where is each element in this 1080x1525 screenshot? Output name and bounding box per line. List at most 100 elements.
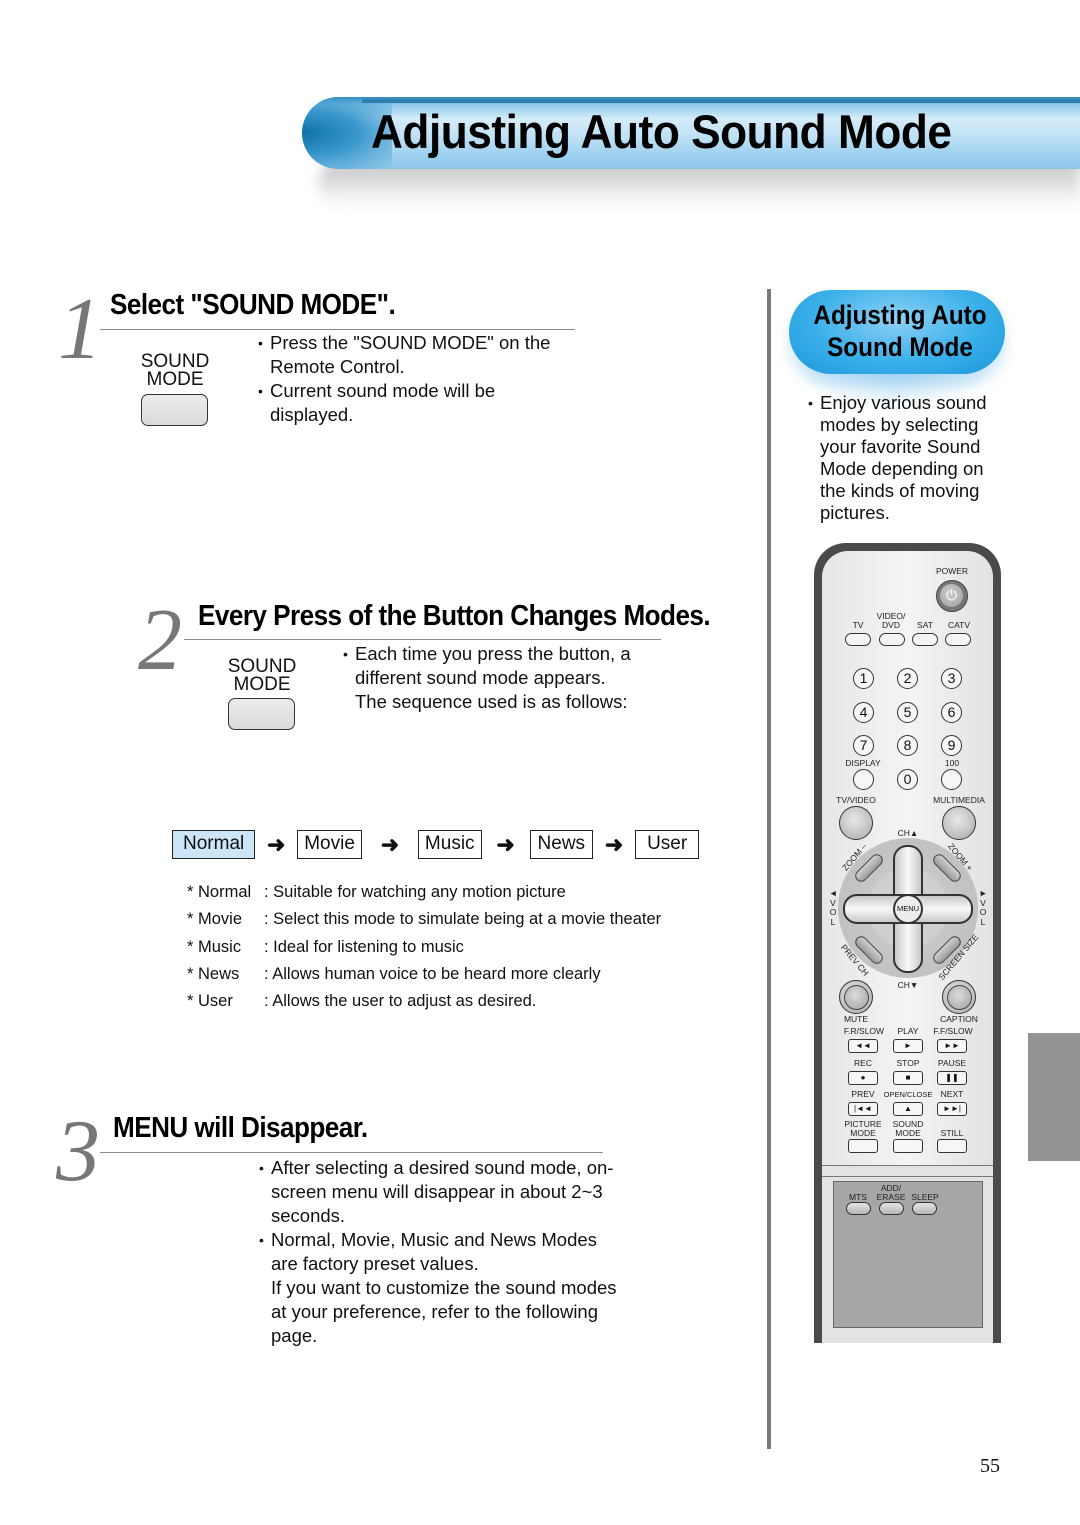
- step-2-title: Every Press of the Button Changes Modes.: [198, 600, 711, 632]
- bullet-line: Remote Control.: [270, 356, 405, 377]
- bullet-line: modes by selecting: [820, 414, 979, 435]
- mode-description-row: * User : Allows the user to adjust as de…: [187, 988, 661, 1015]
- bullet-line: Press the "SOUND MODE" on the: [270, 332, 551, 353]
- step-2-rule: [184, 639, 661, 640]
- step-1-bullets: Press the "SOUND MODE" on the Remote Con…: [258, 331, 550, 427]
- hundred-label: 100: [944, 758, 960, 768]
- skip-forward-icon: ►►|: [937, 1102, 967, 1116]
- skip-back-icon: |◄◄: [848, 1102, 878, 1116]
- sound-mode-caption-2: SOUND MODE: [223, 657, 301, 695]
- step-1-title: Select "SOUND MODE".: [110, 289, 396, 321]
- arrow-right-icon: ➜: [496, 831, 515, 857]
- bullet: Normal, Movie, Music and News Modes are …: [259, 1228, 617, 1348]
- tv-video-label: TV/VIDEO: [836, 795, 876, 805]
- ch-up-label: CH▲: [897, 828, 919, 838]
- mute-button: [839, 980, 873, 1014]
- mode-name: * Normal: [187, 883, 252, 901]
- digit-3-button: 3: [941, 668, 962, 689]
- source-label-catv: CATV: [947, 620, 971, 630]
- display-label: DISPLAY: [845, 758, 881, 768]
- stop-icon: ■: [893, 1071, 923, 1085]
- sound-mode-label: SOUND MODE: [892, 1119, 924, 1138]
- catv-button: [945, 633, 971, 646]
- source-label-video-dvd: VIDEO/ DVD: [876, 611, 906, 630]
- step-2-number: 2: [138, 592, 182, 689]
- digit-8-button: 8: [897, 735, 918, 756]
- sleep-button: [912, 1202, 937, 1215]
- mode-name: * User: [187, 992, 233, 1011]
- picture-mode-label: PICTURE MODE: [844, 1119, 882, 1138]
- mode-name: * Movie: [187, 910, 243, 929]
- bullet-line: screen menu will disappear in about 2~3: [271, 1181, 603, 1202]
- mode-descriptions: * Normal : Suitable for watching any mot…: [187, 879, 661, 1015]
- bullet-line: your favorite Sound: [820, 436, 981, 457]
- sound-mode-key-illustration-2: [228, 698, 295, 730]
- arrow-right-icon: ➜: [267, 831, 286, 857]
- caption-line: MODE: [146, 369, 204, 390]
- add-erase-button: [879, 1202, 904, 1215]
- tv-button: [845, 633, 871, 646]
- remote-cover-hinge: [822, 1165, 993, 1177]
- stop-label: STOP: [896, 1058, 920, 1068]
- mode-sequence: Normal ➜ Movie ➜ Music ➜ News ➜ User: [172, 830, 700, 859]
- sleep-label: SLEEP: [911, 1192, 939, 1202]
- step-3-title: MENU will Disappear.: [113, 1112, 368, 1144]
- sat-button: [912, 633, 938, 646]
- power-button: ⏻: [936, 580, 968, 612]
- caption-line: MODE: [233, 674, 291, 695]
- vol-left-label: ◄ V O L: [829, 888, 837, 927]
- digit-0-button: 0: [897, 769, 918, 790]
- bullet: After selecting a desired sound mode, on…: [259, 1156, 617, 1228]
- mode-name: * News: [187, 964, 240, 983]
- mode-desc: : Select this mode to simulate being at …: [264, 910, 662, 929]
- sidebar-title-line: Sound Mode: [827, 332, 973, 362]
- open-close-label: OPEN/CLOSE: [883, 1090, 933, 1099]
- vertical-divider: [767, 289, 771, 1449]
- ch-down-label: CH▼: [897, 980, 919, 990]
- step-3-rule: [100, 1152, 603, 1153]
- mode-movie: Movie: [297, 830, 362, 859]
- digit-5-button: 5: [897, 702, 918, 723]
- record-icon: ●: [848, 1071, 878, 1085]
- play-icon: ►: [893, 1039, 923, 1053]
- multimedia-label: MULTIMEDIA: [933, 795, 985, 805]
- video-dvd-button: [879, 633, 905, 646]
- vol-char: L: [980, 916, 986, 927]
- fast-forward-icon: ►►: [937, 1039, 967, 1053]
- eject-icon: ▲: [893, 1102, 923, 1116]
- bullet: Enjoy various sound modes by selecting y…: [808, 392, 987, 524]
- step-1-rule: [100, 329, 575, 330]
- digit-4-button: 4: [853, 702, 874, 723]
- sound-mode-key-illustration-1: [141, 394, 208, 426]
- power-label: POWER: [935, 566, 969, 576]
- menu-button: MENU: [893, 894, 923, 924]
- bullet-line: are factory preset values.: [271, 1253, 479, 1274]
- digit-9-button: 9: [941, 735, 962, 756]
- bullet: Each time you press the button, a differ…: [343, 642, 631, 714]
- vol-char: L: [830, 916, 836, 927]
- next-label: NEXT: [940, 1089, 964, 1099]
- source-label-sat: SAT: [917, 620, 933, 630]
- bullet-line: the kinds of moving: [820, 480, 980, 501]
- prev-label: PREV: [851, 1089, 875, 1099]
- mode-music: Music: [417, 830, 482, 859]
- still-label: STILL: [940, 1128, 964, 1138]
- digit-1-button: 1: [853, 668, 874, 689]
- mode-desc: : Suitable for watching any motion pictu…: [264, 883, 566, 901]
- digit-6-button: 6: [941, 702, 962, 723]
- fr-slow-label: F.R/SLOW: [843, 1026, 885, 1036]
- play-label: PLAY: [897, 1026, 919, 1036]
- still-button: [937, 1139, 967, 1153]
- power-icon: ⏻: [940, 584, 963, 607]
- display-button: [853, 769, 874, 790]
- sidebar-title: Adjusting Auto Sound Mode: [800, 299, 1000, 363]
- bullet-line: page.: [271, 1325, 318, 1346]
- arrow-right-icon: ➜: [380, 831, 400, 857]
- mode-desc: : Allows the user to adjust as desired.: [264, 992, 537, 1011]
- hundred-button: [941, 769, 962, 790]
- caption-label: CAPTION: [940, 1014, 978, 1024]
- step-3-number: 3: [56, 1103, 100, 1200]
- digit-2-button: 2: [897, 668, 918, 689]
- mts-button: [846, 1202, 871, 1215]
- bullet-line: If you want to customize the sound modes: [271, 1277, 617, 1298]
